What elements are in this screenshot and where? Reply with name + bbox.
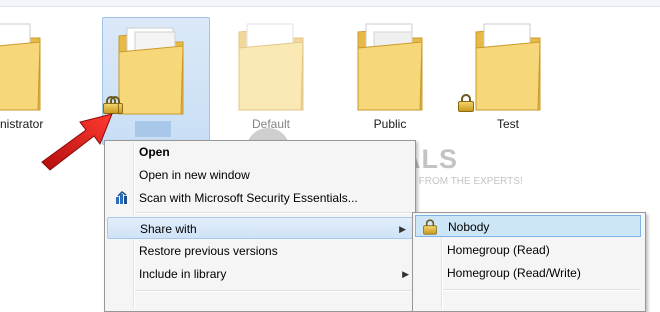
rename-selection <box>135 121 171 137</box>
menu-separator <box>135 290 411 292</box>
security-essentials-icon <box>116 191 127 204</box>
submenu-item-label: Homegroup (Read/Write) <box>447 266 581 280</box>
folder-test[interactable]: Test <box>458 14 556 140</box>
menu-item-label: Include in library <box>139 267 227 281</box>
submenu-item-label: Homegroup (Read) <box>447 243 550 257</box>
folder-public[interactable]: Public <box>342 14 438 140</box>
menu-item-share-with[interactable]: Share with ▶ <box>107 217 413 239</box>
context-menu: Open Open in new window Scan with Micros… <box>104 140 416 312</box>
submenu-item-nobody[interactable]: Nobody <box>415 215 641 237</box>
submenu-item-homegroup-read-write[interactable]: Homegroup (Read/Write) <box>447 262 641 284</box>
menu-item-label: Scan with Microsoft Security Essentials.… <box>139 191 358 205</box>
submenu-item-label: Nobody <box>448 220 490 234</box>
menu-separator <box>135 212 411 214</box>
menu-item-open-new-window[interactable]: Open in new window <box>139 164 409 186</box>
folder-icon <box>357 23 423 111</box>
menu-item-include-in-library[interactable]: Include in library ▶ <box>139 263 411 285</box>
folder-icon <box>0 23 41 111</box>
menu-item-label: Restore previous versions <box>139 244 278 258</box>
folder-default[interactable]: Default <box>223 14 319 140</box>
menu-item-scan-mse[interactable]: Scan with Microsoft Security Essentials.… <box>105 187 413 209</box>
folder-icon <box>475 23 541 111</box>
folder-label: Test <box>496 117 519 131</box>
window-top-edge <box>0 0 660 7</box>
folder-icon <box>238 23 304 111</box>
menu-item-label: Open in new window <box>139 168 250 182</box>
menu-separator <box>443 289 639 291</box>
folder-icon <box>118 27 184 115</box>
lock-icon <box>458 94 474 112</box>
lock-icon <box>423 219 437 235</box>
folder-label: Default <box>251 117 291 131</box>
menu-item-open[interactable]: Open <box>139 141 409 163</box>
menu-item-restore-previous-versions[interactable]: Restore previous versions <box>139 240 409 262</box>
folder-label: Public <box>373 117 407 131</box>
submenu-item-homegroup-read[interactable]: Homegroup (Read) <box>447 239 641 261</box>
menu-item-label: Open <box>139 145 170 159</box>
submenu-arrow-icon: ▶ <box>402 269 409 279</box>
share-with-submenu: Nobody Homegroup (Read) Homegroup (Read/… <box>412 212 646 312</box>
submenu-arrow-icon: ▶ <box>399 224 406 234</box>
menu-item-label: Share with <box>140 222 197 236</box>
